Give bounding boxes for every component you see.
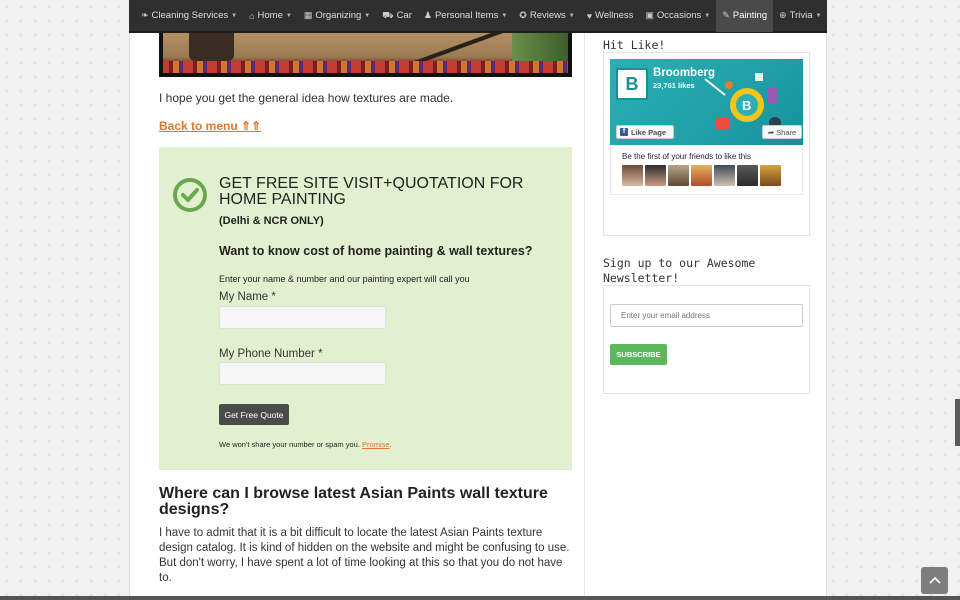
name-field[interactable]	[219, 306, 386, 329]
caret-down-icon: ▼	[231, 12, 238, 19]
privacy-note: We won't share your number or spam you. …	[219, 440, 392, 449]
nav-item-label: Painting	[732, 10, 768, 21]
facebook-widget: B Broomberg 23,761 likes B f Like Page ➦…	[603, 52, 810, 236]
newsletter-title: Sign up to our Awesome Newsletter!	[603, 256, 756, 285]
calendar-icon: ▦	[303, 10, 313, 20]
nav-item-label: Trivia	[789, 10, 813, 21]
nav-item-wellness[interactable]: ♥ Wellness	[581, 0, 640, 32]
gift-icon: ▣	[645, 10, 654, 20]
back-to-menu-link[interactable]: Back to menu ⇑⇑	[159, 119, 261, 133]
caret-down-icon: ▼	[501, 12, 508, 19]
caret-down-icon: ▼	[364, 12, 371, 19]
checkmark-icon	[173, 178, 207, 212]
nav-item-painting[interactable]: ✎ Painting	[716, 0, 774, 32]
quote-form-title: GET FREE SITE VISIT+QUOTATION FOR HOME P…	[219, 175, 524, 208]
svg-text:B: B	[742, 98, 751, 113]
nav-item-label: Home	[257, 10, 283, 21]
quote-form-intro: Enter your name & number and our paintin…	[219, 274, 470, 284]
section-heading: Where can I browse latest Asian Paints w…	[159, 485, 548, 518]
nav-item-label: Organizing	[315, 10, 362, 21]
car-icon: ⛟	[382, 9, 394, 20]
caret-down-icon: ▼	[704, 12, 711, 19]
fb-like-page-button[interactable]: f Like Page	[616, 125, 674, 139]
section-paragraph: I have to admit that it is a bit difficu…	[159, 527, 570, 584]
nav-item-occasions[interactable]: ▣ Occasions ▼	[639, 0, 716, 32]
bottom-bar	[0, 596, 960, 600]
nav-item-car[interactable]: ⛟ Car	[376, 0, 418, 32]
nav-item-label: Cleaning Services	[151, 10, 229, 21]
friend-avatar[interactable]	[714, 165, 735, 186]
globe-icon: ⊕	[779, 10, 787, 20]
friend-avatar[interactable]	[668, 165, 689, 186]
side-feedback-tab[interactable]	[955, 399, 960, 446]
main-navbar: ❧ Cleaning Services ▼ ⌂ Home ▼ ▦ Organiz…	[129, 0, 827, 33]
quote-form-box: GET FREE SITE VISIT+QUOTATION FOR HOME P…	[159, 147, 572, 470]
star-circle-icon: ✪	[519, 10, 527, 20]
nav-item-cleaning-services[interactable]: ❧ Cleaning Services ▼	[135, 0, 243, 32]
caret-down-icon: ▼	[568, 12, 575, 19]
privacy-note-text: We won't share your number or spam you.	[219, 440, 360, 449]
fb-friends-text: Be the first of your friends to like thi…	[622, 152, 751, 161]
person-icon: ♟	[423, 10, 432, 20]
fb-share-label: Share	[776, 127, 797, 137]
nav-item-personal-items[interactable]: ♟ Personal Items ▼	[418, 0, 513, 32]
privacy-note-end: .	[389, 440, 392, 449]
promise-link[interactable]: Promise	[362, 440, 390, 449]
friend-avatar[interactable]	[737, 165, 758, 186]
nav-item-label: Wellness	[595, 10, 634, 21]
friend-avatar[interactable]	[622, 165, 643, 186]
brush-icon: ✎	[722, 10, 730, 20]
fb-share-button[interactable]: ➦ Share	[762, 125, 802, 139]
nav-item-trivia[interactable]: ⊕ Trivia ▼	[773, 0, 827, 32]
facebook-icon: f	[620, 128, 628, 136]
get-free-quote-button[interactable]: Get Free Quote	[219, 404, 289, 425]
nav-item-label: Personal Items	[434, 10, 499, 21]
fb-friend-faces	[622, 165, 781, 186]
friend-avatar[interactable]	[691, 165, 712, 186]
texture-room-image	[159, 33, 572, 77]
phone-field-label: My Phone Number *	[219, 348, 323, 360]
broomberg-logo: B	[616, 68, 648, 100]
email-input[interactable]	[610, 304, 803, 327]
fb-like-page-label: Like Page	[631, 127, 667, 137]
chevron-up-icon	[928, 576, 941, 584]
caret-down-icon: ▼	[285, 12, 292, 19]
share-arrow-icon: ➦	[767, 127, 775, 137]
name-field-label: My Name *	[219, 291, 276, 303]
nav-item-label: Reviews	[529, 10, 566, 21]
nav-item-reviews[interactable]: ✪ Reviews ▼	[513, 0, 580, 32]
nav-item-organizing[interactable]: ▦ Organizing ▼	[298, 0, 376, 32]
friend-avatar[interactable]	[760, 165, 781, 186]
home-icon: ⌂	[249, 10, 255, 21]
caret-down-icon: ▼	[815, 12, 822, 19]
hit-like-title: Hit Like!	[603, 38, 666, 52]
intro-text: I hope you get the general idea how text…	[159, 91, 454, 105]
fb-page-banner[interactable]: B Broomberg 23,761 likes B f Like Page ➦…	[610, 59, 803, 145]
nav-item-label: Car	[396, 10, 412, 21]
fb-friends-panel: Be the first of your friends to like thi…	[610, 147, 803, 195]
heartbeat-icon: ♥	[586, 10, 593, 21]
subscribe-button[interactable]: SUBSCRIBE	[610, 344, 667, 365]
friend-avatar[interactable]	[645, 165, 666, 186]
quote-form-question: Want to know cost of home painting & wal…	[219, 244, 533, 258]
scroll-to-top-button[interactable]	[921, 567, 948, 594]
newsletter-widget: SUBSCRIBE	[603, 285, 810, 394]
nav-item-home[interactable]: ⌂ Home ▼	[243, 0, 298, 32]
quote-form-subtitle: (Delhi & NCR ONLY)	[219, 215, 324, 227]
nav-item-label: Occasions	[656, 10, 702, 21]
phone-field[interactable]	[219, 362, 386, 385]
leaf-icon: ❧	[141, 10, 149, 20]
